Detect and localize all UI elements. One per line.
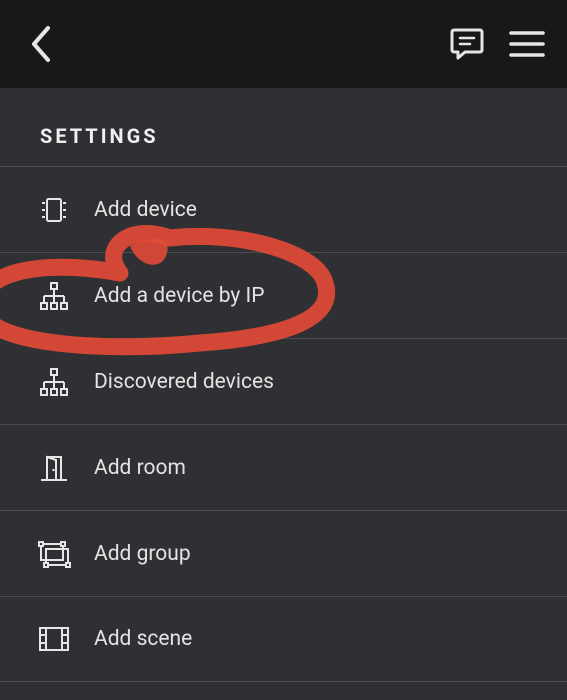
settings-list: Add device Add a device by IP — [0, 166, 567, 682]
app-header — [0, 0, 567, 88]
chevron-left-icon — [28, 24, 56, 64]
scene-icon — [36, 621, 72, 657]
row-label: Add a device by IP — [94, 284, 264, 308]
device-icon — [36, 192, 72, 228]
header-right — [449, 25, 545, 63]
door-icon — [36, 450, 72, 486]
row-add-room[interactable]: Add room — [0, 424, 567, 510]
row-label: Add group — [94, 542, 191, 566]
back-button[interactable] — [28, 24, 56, 64]
page-title: SETTINGS — [0, 88, 567, 166]
chat-icon — [449, 25, 487, 63]
row-add-scene[interactable]: Add scene — [0, 596, 567, 682]
header-left — [28, 24, 56, 64]
row-add-group[interactable]: Add group — [0, 510, 567, 596]
hamburger-icon — [509, 29, 545, 59]
network-icon — [36, 278, 72, 314]
row-add-device-by-ip[interactable]: Add a device by IP — [0, 252, 567, 338]
menu-button[interactable] — [509, 29, 545, 59]
row-discovered-devices[interactable]: Discovered devices — [0, 338, 567, 424]
row-label: Add room — [94, 456, 186, 480]
comments-button[interactable] — [449, 25, 487, 63]
group-icon — [36, 536, 72, 572]
row-label: Discovered devices — [94, 370, 274, 394]
row-add-device[interactable]: Add device — [0, 166, 567, 252]
row-label: Add device — [94, 198, 197, 222]
network-icon — [36, 364, 72, 400]
row-label: Add scene — [94, 627, 192, 651]
